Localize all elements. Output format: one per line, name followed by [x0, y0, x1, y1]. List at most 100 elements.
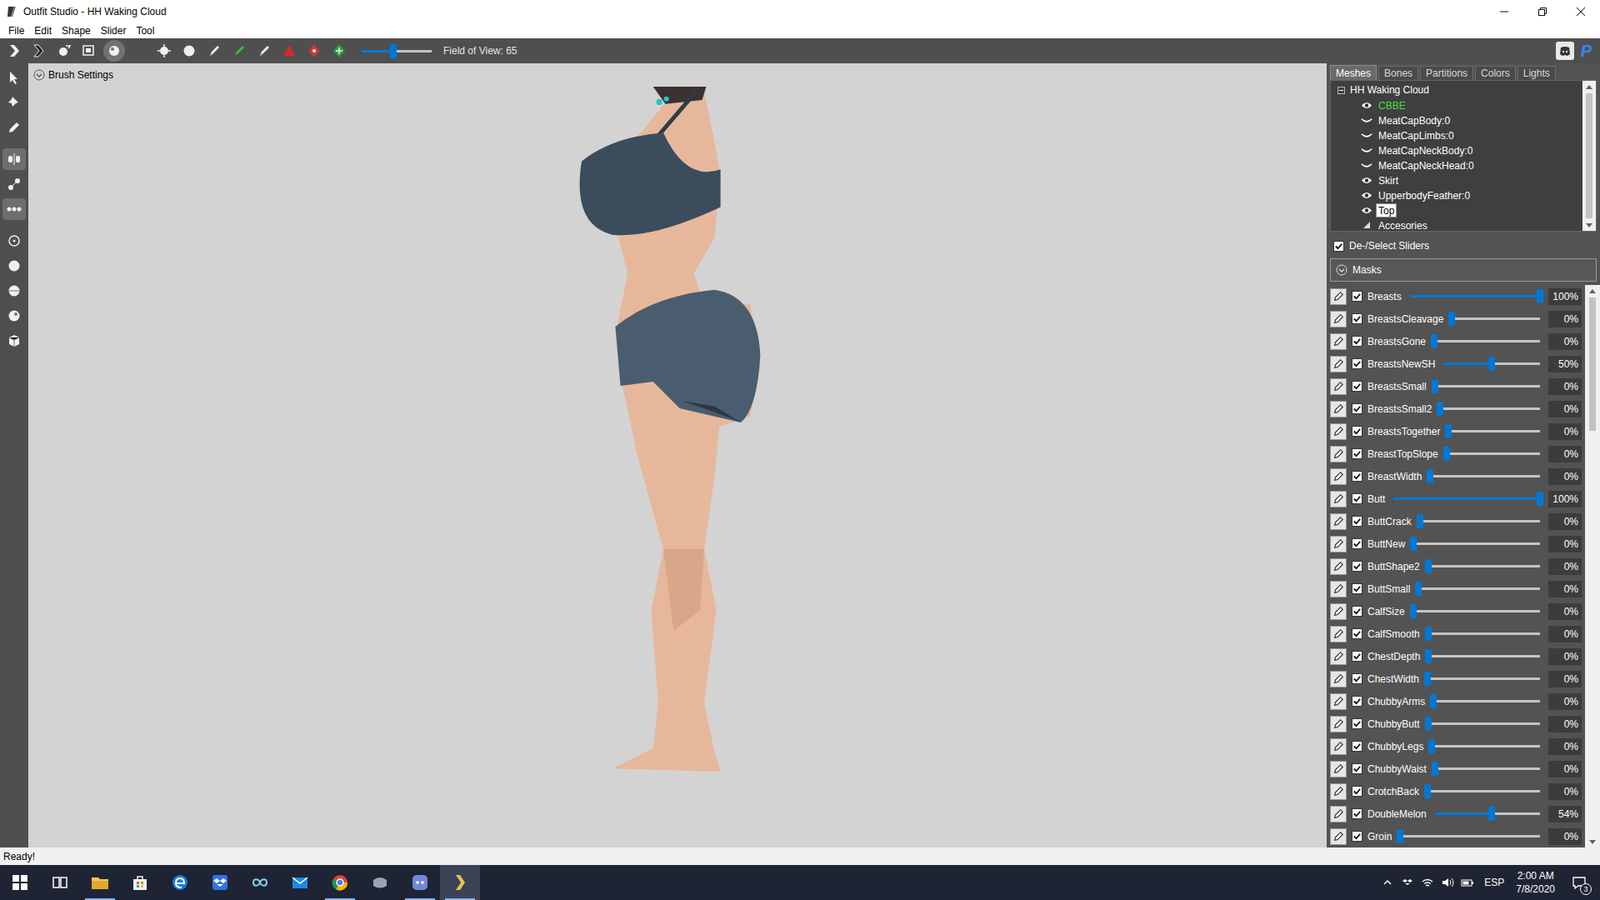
slider-thumb[interactable] — [1443, 446, 1450, 461]
panel-tab[interactable]: Bones — [1378, 65, 1419, 80]
slider-value[interactable]: 100% — [1548, 288, 1582, 305]
scroll-up-icon[interactable] — [1585, 80, 1593, 93]
slider-thumb[interactable] — [1430, 694, 1437, 709]
slider-track[interactable] — [1433, 700, 1540, 703]
taskbar-app[interactable] — [80, 865, 120, 900]
slider-thumb[interactable] — [1410, 604, 1417, 619]
menu-item[interactable]: Tool — [130, 23, 160, 39]
checkbox[interactable] — [1351, 515, 1363, 527]
edit-slider-button[interactable] — [1330, 378, 1347, 395]
tool-button[interactable] — [303, 40, 325, 62]
edit-slider-button[interactable] — [1330, 760, 1347, 778]
tree-root-label[interactable]: HH Waking Cloud — [1350, 82, 1430, 98]
eye-closed-icon[interactable] — [1360, 115, 1373, 125]
side-tool-button[interactable] — [2, 255, 26, 277]
slider-thumb[interactable] — [1536, 491, 1544, 506]
edit-slider-button[interactable] — [1330, 490, 1347, 508]
scroll-thumb[interactable] — [1585, 93, 1593, 219]
collapse-icon[interactable] — [1337, 86, 1345, 95]
slider-track[interactable] — [1428, 722, 1540, 725]
checkbox[interactable] — [1351, 358, 1363, 370]
slider-thumb[interactable] — [1396, 829, 1404, 844]
slider-track[interactable] — [1427, 790, 1540, 793]
battery-button[interactable] — [1457, 865, 1478, 900]
edit-slider-button[interactable] — [1330, 693, 1347, 710]
taskbar-app[interactable] — [360, 865, 400, 900]
close-button[interactable] — [1561, 0, 1600, 24]
side-tool-button[interactable] — [2, 66, 26, 89]
slider-track[interactable] — [1420, 520, 1540, 523]
taskbar-app[interactable] — [280, 865, 320, 900]
slider-value[interactable]: 0% — [1548, 513, 1582, 530]
edit-slider-button[interactable] — [1330, 333, 1347, 350]
panel-tab[interactable]: Partitions — [1420, 65, 1474, 80]
brush-settings-label[interactable]: Brush Settings — [48, 67, 114, 83]
slider-scrollbar[interactable] — [1585, 285, 1600, 848]
edit-slider-button[interactable] — [1330, 805, 1347, 823]
taskbar-app[interactable] — [320, 865, 360, 900]
edit-slider-button[interactable] — [1330, 513, 1347, 530]
checkbox[interactable] — [1351, 695, 1363, 707]
side-tool-button[interactable] — [2, 330, 26, 352]
tree-item[interactable]: CBBE — [1330, 97, 1583, 113]
checkbox[interactable] — [1351, 763, 1363, 775]
checkbox[interactable] — [1351, 808, 1363, 820]
eye-closed-icon[interactable] — [1360, 130, 1373, 140]
slider[interactable] — [1393, 491, 1540, 507]
tree-item-label[interactable]: UpperbodyFeather:0 — [1378, 190, 1470, 202]
slider-value[interactable]: 100% — [1548, 490, 1582, 508]
discord-button[interactable] — [1555, 41, 1575, 60]
slider-value[interactable]: 0% — [1548, 378, 1582, 395]
slider-track[interactable] — [1435, 385, 1540, 388]
checkbox[interactable] — [1351, 290, 1363, 302]
slider-thumb[interactable] — [1425, 649, 1432, 664]
slider-track[interactable] — [1428, 632, 1540, 635]
menu-item[interactable]: File — [3, 23, 30, 39]
tool-button[interactable] — [228, 40, 250, 62]
tree-item[interactable]: MeatCapNeckHead:0 — [1330, 157, 1583, 173]
minimize-button[interactable] — [1485, 0, 1524, 24]
tree-item-highlight[interactable]: MeatCapLimbs:0 — [1375, 128, 1457, 143]
slider-track[interactable] — [1431, 745, 1540, 748]
slider-track[interactable] — [1428, 655, 1540, 658]
edit-slider-button[interactable] — [1330, 310, 1347, 328]
checkbox[interactable] — [1351, 560, 1363, 572]
slider-thumb[interactable] — [1426, 469, 1434, 484]
slider-value[interactable]: 50% — [1548, 355, 1582, 373]
masks-label[interactable]: Masks — [1352, 262, 1382, 278]
slider-value[interactable]: 0% — [1548, 535, 1582, 553]
edit-slider-button[interactable] — [1330, 715, 1347, 733]
edit-slider-button[interactable] — [1330, 445, 1347, 463]
slider[interactable] — [1413, 604, 1540, 620]
tool-button[interactable] — [278, 40, 300, 62]
slider-track[interactable] — [1443, 362, 1540, 365]
tree-item-highlight[interactable]: UpperbodyFeather:0 — [1375, 188, 1473, 203]
slider-thumb[interactable] — [1536, 289, 1544, 304]
scroll-down-icon[interactable] — [1589, 835, 1596, 848]
edit-slider-button[interactable] — [1330, 648, 1347, 665]
edit-slider-button[interactable] — [1330, 288, 1347, 305]
tree-item[interactable]: Top — [1330, 202, 1583, 218]
slider-thumb[interactable] — [1488, 806, 1495, 821]
slider-thumb[interactable] — [1445, 424, 1452, 439]
tree-item-highlight[interactable]: MeatCapNeckHead:0 — [1375, 158, 1477, 173]
checkbox[interactable] — [1351, 673, 1363, 685]
tree-item-label[interactable]: MeatCapBody:0 — [1378, 115, 1450, 127]
restore-button[interactable] — [1523, 0, 1562, 24]
tool-button[interactable] — [53, 40, 75, 62]
slider-track[interactable] — [1410, 295, 1540, 298]
slider[interactable] — [1430, 469, 1540, 485]
slider-value[interactable]: 0% — [1548, 693, 1582, 710]
tree-item-label[interactable]: MeatCapNeckHead:0 — [1378, 160, 1475, 172]
slider-value[interactable]: 0% — [1548, 760, 1582, 778]
tool-button[interactable] — [178, 40, 200, 62]
clock[interactable]: 2:00 AM7/8/2020 — [1515, 869, 1555, 896]
panel-tab[interactable]: Lights — [1517, 65, 1556, 80]
tree-item[interactable]: MeatCapNeckBody:0 — [1330, 142, 1583, 158]
checkbox[interactable] — [1351, 403, 1363, 415]
slider-value[interactable]: 0% — [1548, 828, 1582, 845]
eye-open-icon[interactable] — [1360, 100, 1373, 110]
slider-thumb[interactable] — [1436, 401, 1444, 416]
menu-item[interactable]: Edit — [29, 23, 57, 39]
checkbox[interactable] — [1333, 240, 1345, 252]
